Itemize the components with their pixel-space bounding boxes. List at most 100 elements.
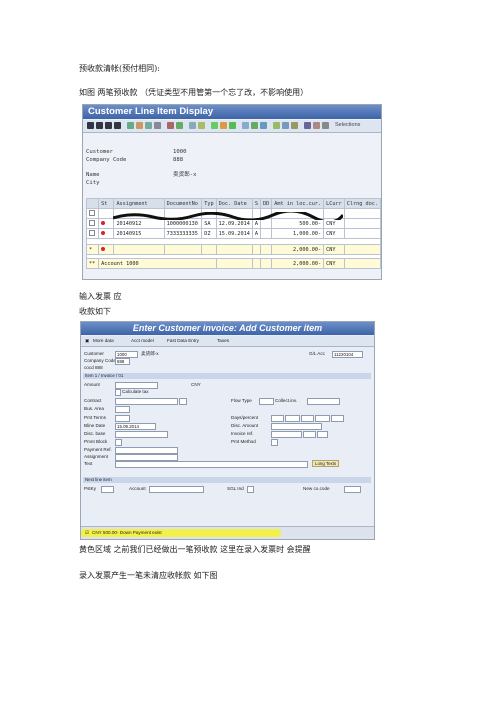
gl-acc-label: G/L Acc xyxy=(309,351,325,356)
taxes-button[interactable]: Taxes xyxy=(217,338,229,343)
edit-icon[interactable] xyxy=(127,122,134,129)
mail-icon[interactable] xyxy=(313,122,320,129)
customer-value: 1000 xyxy=(173,149,187,155)
days1-field[interactable] xyxy=(271,415,284,422)
disc-base-field[interactable] xyxy=(115,431,168,438)
find-icon[interactable] xyxy=(189,122,196,129)
more-data-button[interactable]: More data xyxy=(93,338,114,343)
status-check-icon: ☑ xyxy=(85,530,90,535)
pmt-method-field[interactable] xyxy=(271,439,278,446)
disc-amount-field[interactable] xyxy=(271,423,322,430)
pmnt-block-field[interactable] xyxy=(115,439,122,446)
filter-icon[interactable] xyxy=(211,122,218,129)
subtotal-icon[interactable] xyxy=(229,122,236,129)
sgl-ind-field[interactable] xyxy=(247,486,254,493)
col-doc-date[interactable]: Doc. Date xyxy=(215,198,253,209)
prev-page-icon[interactable] xyxy=(96,122,103,129)
next-page-icon[interactable] xyxy=(105,122,112,129)
document-icon[interactable] xyxy=(167,122,174,129)
total-stars: ** xyxy=(85,258,100,269)
chart-icon[interactable] xyxy=(282,122,289,129)
bline-date-field[interactable]: 15.09.2014 xyxy=(115,423,156,430)
customer-field[interactable]: 1000 xyxy=(115,351,138,358)
col-dd[interactable]: DD xyxy=(260,198,273,209)
print-icon[interactable] xyxy=(176,122,183,129)
long-texts-button[interactable]: Long Texts xyxy=(312,460,340,467)
redaction-scribble xyxy=(113,212,343,220)
subtotal-amount: 2,000.00- xyxy=(271,244,325,255)
name-label: Name xyxy=(86,172,100,178)
row-checkbox[interactable] xyxy=(89,230,95,237)
selections-button[interactable]: Selections xyxy=(335,122,360,128)
col-clrng-doc[interactable]: Clrng doc. xyxy=(343,198,381,209)
settings-icon[interactable] xyxy=(304,122,311,129)
view-icon[interactable] xyxy=(260,122,267,129)
row-checkbox[interactable] xyxy=(89,210,95,217)
total-row: ** Account 1000 2,000.00- CNY xyxy=(85,258,381,269)
table-row[interactable]: 20140915 7333333335 DZ 15.09.2014 A 1,00… xyxy=(85,228,381,239)
gl-acc-field[interactable]: 11220104 xyxy=(332,351,363,358)
cell-docno: 7333333335 xyxy=(163,228,203,239)
total-account: Account 1000 xyxy=(98,258,217,269)
col-amount[interactable]: Amt in loc.cur. xyxy=(271,198,325,209)
first-page-icon[interactable] xyxy=(87,122,94,129)
open-item-status-icon xyxy=(101,221,106,225)
pmt-terms-label: Pmt Terms xyxy=(84,415,106,420)
amount-label: Amount xyxy=(84,382,100,387)
contract-field[interactable] xyxy=(115,398,178,405)
assignment-field[interactable] xyxy=(115,454,178,461)
amount-field[interactable] xyxy=(115,382,158,389)
new-co-code-field[interactable] xyxy=(344,486,361,493)
info-icon[interactable] xyxy=(291,122,298,129)
pmt-terms-field[interactable] xyxy=(115,415,130,422)
col-typ[interactable]: Typ xyxy=(201,198,217,209)
fast-data-entry-button[interactable]: Fast Data Entry xyxy=(167,338,199,343)
days3-field[interactable] xyxy=(331,415,344,422)
percent2-field[interactable] xyxy=(315,415,330,422)
dynamic-selection-icon[interactable] xyxy=(322,122,329,129)
bline-date-label: Bline Date xyxy=(84,423,106,428)
table-row[interactable]: 20140912 1000000130 SA 12.09.2014 A 500.… xyxy=(85,218,381,229)
col-lcurr[interactable]: LCurr xyxy=(323,198,345,209)
check-icon[interactable]: ▣ xyxy=(85,338,89,344)
assignment-label: Assignment xyxy=(84,454,109,459)
layout-icon[interactable] xyxy=(242,122,249,129)
acct-model-button[interactable]: Acct model xyxy=(131,338,154,343)
pencil-icon[interactable] xyxy=(136,122,143,129)
pstky-field[interactable] xyxy=(101,486,114,493)
col-st[interactable]: St xyxy=(98,198,115,209)
contract-type-field[interactable] xyxy=(179,398,187,405)
cell-curr: CNY xyxy=(323,228,345,239)
flow-type-field[interactable] xyxy=(259,398,274,405)
select-icon[interactable] xyxy=(145,122,152,129)
item-section-header: Item 1 / Invoice / 01 xyxy=(83,373,371,379)
collect-inv-field[interactable] xyxy=(307,398,340,405)
col-s[interactable]: S xyxy=(251,198,262,209)
doc-heading: 预收款清帐(预付相同): xyxy=(79,64,160,73)
account-field[interactable] xyxy=(149,486,204,493)
grid-icon[interactable] xyxy=(273,122,280,129)
next-line-item-header: Next line item xyxy=(83,477,371,483)
window-titlebar: Customer Line Item Display xyxy=(83,105,381,119)
bus-area-field[interactable] xyxy=(115,406,130,413)
col-assignment[interactable]: Assignment xyxy=(113,198,165,209)
text-field[interactable] xyxy=(115,461,308,468)
percent1-field[interactable] xyxy=(285,415,300,422)
sum-icon[interactable] xyxy=(220,122,227,129)
last-page-icon[interactable] xyxy=(114,122,121,129)
subtotal-curr: CNY xyxy=(323,244,345,255)
cell-date: 12.09.2014 xyxy=(215,218,253,229)
export-icon[interactable] xyxy=(251,122,258,129)
invoice-ref-item-field[interactable] xyxy=(317,431,328,438)
subtotal-row: * 2,000.00- CNY xyxy=(85,244,381,255)
deselect-icon[interactable] xyxy=(154,122,161,129)
calculate-tax-checkbox[interactable] xyxy=(115,389,121,396)
sort-icon[interactable] xyxy=(198,122,205,129)
payment-ref-field[interactable] xyxy=(115,447,178,454)
invoice-ref-field[interactable] xyxy=(271,431,302,438)
days2-field[interactable] xyxy=(301,415,314,422)
invoice-ref-year-field[interactable] xyxy=(303,431,316,438)
company-code-field[interactable]: 888 xyxy=(115,358,130,365)
row-checkbox[interactable] xyxy=(89,220,95,227)
col-documentno[interactable]: DocumentNo xyxy=(163,198,203,209)
